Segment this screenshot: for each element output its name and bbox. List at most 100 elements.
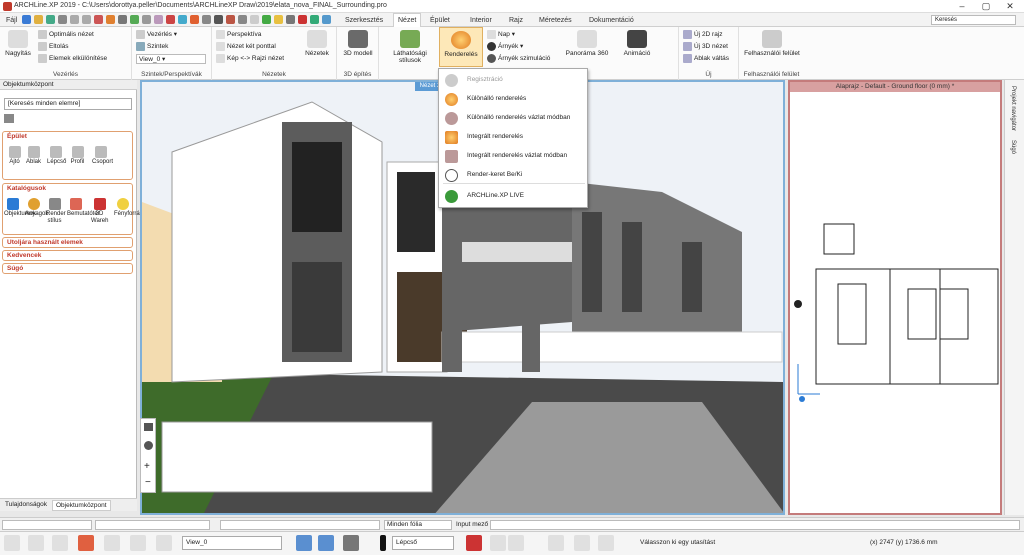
coord-field-2[interactable] bbox=[95, 520, 210, 530]
tab-tulajdonsagok[interactable]: Tulajdonságok bbox=[2, 500, 50, 509]
hammer-icon[interactable] bbox=[343, 535, 359, 551]
rendereles-button[interactable]: Renderelés bbox=[439, 27, 483, 67]
snap-icon[interactable] bbox=[214, 15, 223, 24]
fill-icon[interactable] bbox=[466, 535, 482, 551]
view-dropdown[interactable]: View_0 bbox=[182, 536, 282, 550]
layer-select[interactable]: Minden fólia bbox=[384, 520, 452, 530]
brush-icon[interactable] bbox=[166, 15, 175, 24]
lepcso-button[interactable]: Lépcső bbox=[47, 146, 66, 166]
maximize-button[interactable]: ▢ bbox=[974, 0, 998, 13]
menu-integralt-vazlat[interactable]: Integrált renderelés vázlat módban bbox=[443, 147, 585, 165]
line-icon[interactable] bbox=[250, 15, 259, 24]
anyagok-button[interactable]: Anyagok bbox=[25, 198, 48, 218]
eyedropper-icon[interactable] bbox=[178, 15, 187, 24]
perspektiva-button[interactable]: Perspektíva bbox=[216, 30, 261, 39]
szintek-button[interactable]: Szintek bbox=[136, 42, 168, 51]
zoom-out-icon[interactable]: − bbox=[145, 477, 151, 488]
library-icon[interactable] bbox=[226, 15, 235, 24]
elemek-elkul-button[interactable]: Elemek elkülönítése bbox=[38, 54, 107, 63]
settings-icon[interactable] bbox=[142, 15, 151, 24]
grid-toggle-icon[interactable] bbox=[28, 535, 44, 551]
vezerles-dropdown[interactable]: Vezérlés ▾ bbox=[136, 30, 177, 39]
tab-interior[interactable]: Interior bbox=[466, 14, 496, 27]
arrow-up-icon[interactable] bbox=[296, 535, 312, 551]
measure-icon[interactable] bbox=[548, 535, 564, 551]
render-stilus-button[interactable]: Render stílus bbox=[46, 198, 66, 225]
tab-meretezes[interactable]: Méretezés bbox=[535, 14, 576, 27]
ruler-icon[interactable] bbox=[118, 15, 127, 24]
panorama-button[interactable]: Panoráma 360 bbox=[559, 30, 615, 57]
tab-szerkesztes[interactable]: Szerkesztés bbox=[341, 14, 387, 27]
wareh-button[interactable]: 3D Wareh bbox=[91, 198, 108, 225]
tab-rajz[interactable]: Rajz bbox=[505, 14, 527, 27]
tool-field[interactable] bbox=[220, 520, 380, 530]
felhasznaloi-button[interactable]: Felhasználói felület bbox=[743, 30, 801, 57]
arrow-down-icon[interactable] bbox=[318, 535, 334, 551]
uj3d-button[interactable]: Új 3D nézet bbox=[683, 42, 728, 51]
bemutatoter-button[interactable]: Bemutatótér bbox=[67, 198, 100, 218]
menu-icon[interactable] bbox=[144, 423, 153, 431]
menu-archline-live[interactable]: ARCHLine.XP LIVE bbox=[443, 187, 585, 205]
select-icon[interactable] bbox=[94, 15, 103, 24]
ablakvaltas-button[interactable]: Ablak váltás bbox=[683, 54, 729, 63]
nagyitas-button[interactable]: Nagyítás bbox=[4, 30, 32, 57]
objektumok-button[interactable]: Objektumok bbox=[4, 198, 36, 218]
open-file-icon[interactable] bbox=[34, 15, 43, 24]
snap-point-icon[interactable] bbox=[574, 535, 590, 551]
undo-icon[interactable] bbox=[70, 15, 79, 24]
globe-icon[interactable] bbox=[322, 15, 331, 24]
animacio-button[interactable]: Animáció bbox=[617, 30, 657, 57]
tab-projekt-navigator[interactable]: Projekt navigátor bbox=[1010, 86, 1016, 131]
uj2d-button[interactable]: Új 2D rajz bbox=[683, 30, 723, 39]
menu-kulonallo-render[interactable]: Különálló renderelés bbox=[443, 90, 585, 108]
minimize-button[interactable]: – bbox=[950, 0, 974, 13]
snap-toggle-icon[interactable] bbox=[4, 535, 20, 551]
print-icon[interactable] bbox=[58, 15, 67, 24]
section-kedvencek[interactable]: Kedvencek bbox=[2, 250, 133, 261]
optimalis-button[interactable]: Optimális nézet bbox=[38, 30, 94, 39]
input-field[interactable] bbox=[490, 520, 1020, 530]
connect-icon[interactable] bbox=[598, 535, 614, 551]
close-button[interactable]: ✕ bbox=[998, 0, 1022, 13]
camera-icon[interactable] bbox=[286, 15, 295, 24]
arnyek-szim-button[interactable]: Árnyék szimuláció bbox=[487, 54, 550, 63]
send-icon[interactable] bbox=[508, 535, 524, 551]
home-icon[interactable] bbox=[4, 114, 14, 123]
hatch-icon[interactable] bbox=[490, 535, 506, 551]
object-search-input[interactable]: [Keresés minden elemre] bbox=[4, 98, 132, 110]
section-katalogusok-title[interactable]: Katalógusok bbox=[3, 184, 132, 193]
hand-icon[interactable] bbox=[106, 15, 115, 24]
tab-nezet[interactable]: Nézet bbox=[393, 13, 422, 28]
dimension-icon[interactable] bbox=[238, 15, 247, 24]
save-icon[interactable] bbox=[46, 15, 55, 24]
nezet-ket-pontal-button[interactable]: Nézet két ponttal bbox=[216, 42, 276, 51]
section-sugo[interactable]: Súgó bbox=[2, 263, 133, 274]
ajto-button[interactable]: Ajtó bbox=[6, 146, 23, 166]
pan-hand-icon[interactable] bbox=[144, 441, 153, 450]
menu-regisztracio[interactable]: Regisztráció bbox=[443, 71, 585, 89]
menu-kulonallo-vazlat[interactable]: Különálló renderelés vázlat módban bbox=[443, 109, 585, 127]
nezetek-button[interactable]: Nézetek bbox=[302, 30, 332, 57]
tab-sugo-right[interactable]: Súgó bbox=[1010, 140, 1016, 154]
view-select[interactable]: View_0 ▾ bbox=[136, 54, 206, 64]
search-input[interactable]: Keresés bbox=[931, 15, 1016, 25]
tab-objektumkozpont[interactable]: Objektumközpont bbox=[52, 500, 111, 511]
frame-icon[interactable] bbox=[52, 535, 68, 551]
pen-icon[interactable] bbox=[154, 15, 163, 24]
tab-dokumentacio[interactable]: Dokumentáció bbox=[585, 14, 638, 27]
arnyek-button[interactable]: Árnyék ▾ bbox=[487, 42, 523, 51]
kep-rajzi-button[interactable]: Kép <-> Rajzi nézet bbox=[216, 54, 284, 63]
paint-icon[interactable] bbox=[190, 15, 199, 24]
magnet-icon[interactable] bbox=[78, 535, 94, 551]
grid-icon[interactable] bbox=[202, 15, 211, 24]
color-swatch[interactable] bbox=[380, 535, 386, 551]
object-type-select[interactable]: Lépcső bbox=[392, 536, 454, 550]
stop-icon[interactable] bbox=[298, 15, 307, 24]
menu-integralt-render[interactable]: Integrált renderelés bbox=[443, 128, 585, 146]
redo-icon[interactable] bbox=[82, 15, 91, 24]
profil-button[interactable]: Profil bbox=[69, 146, 86, 166]
modell3d-button[interactable]: 3D modell bbox=[341, 30, 375, 57]
pointer-icon[interactable] bbox=[130, 535, 146, 551]
tab-fajl[interactable]: Fájl bbox=[2, 14, 21, 27]
render-icon[interactable] bbox=[262, 15, 271, 24]
